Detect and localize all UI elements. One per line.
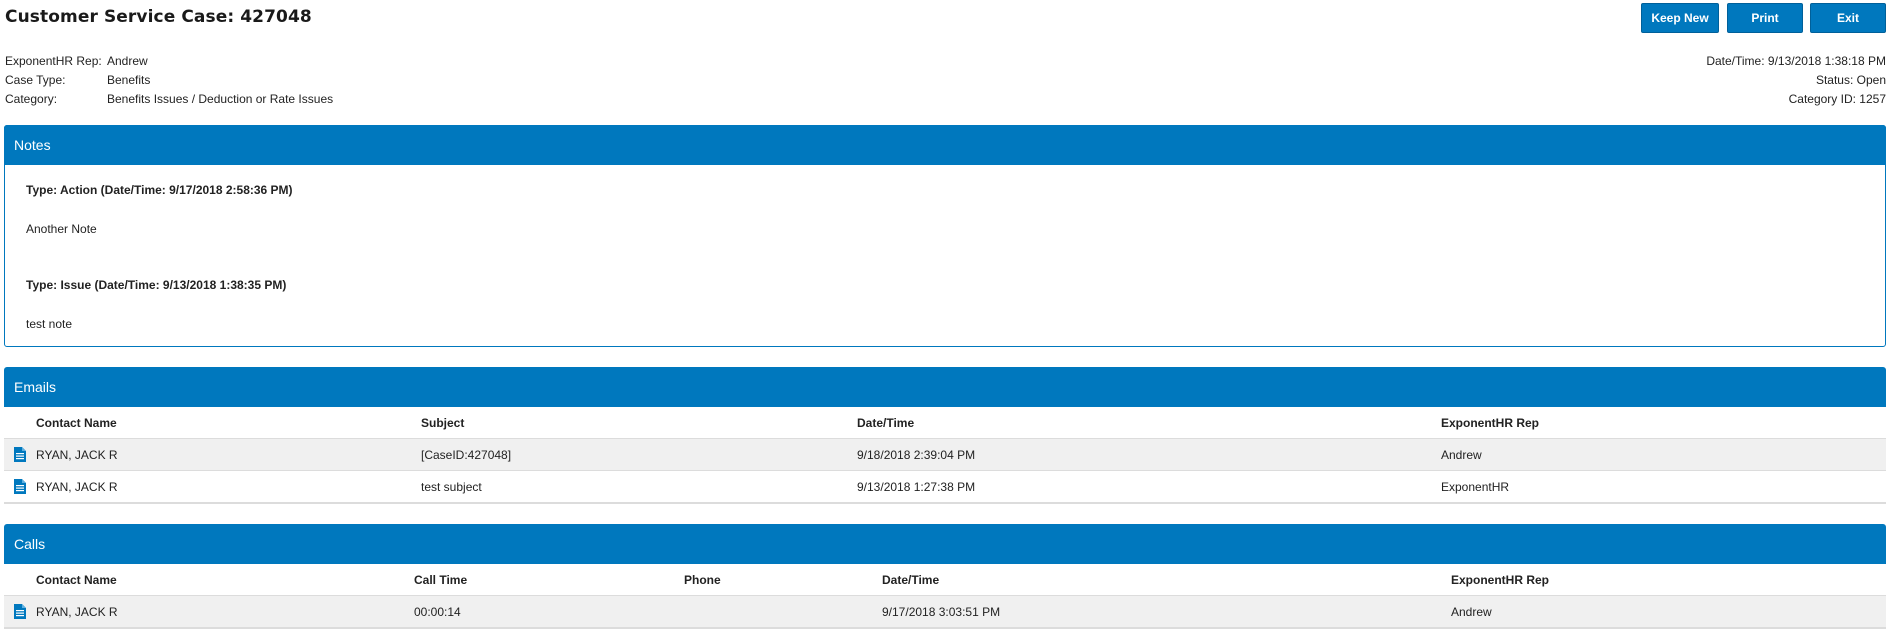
case-info: ExponentHR Rep: Andrew Case Type: Benefi…	[5, 52, 333, 109]
datetime-cell: 9/13/2018 1:27:38 PM	[857, 479, 976, 494]
table-row[interactable]: RYAN, JACK R test subject 9/13/2018 1:27…	[4, 471, 1886, 503]
emails-table-header: Contact Name Subject Date/Time ExponentH…	[4, 407, 1886, 439]
emails-header: Emails	[4, 367, 1886, 407]
category-label: Category:	[5, 92, 58, 106]
keep-new-button[interactable]: Keep New	[1641, 3, 1719, 33]
note-type: Type: Action (Date/Time: 9/17/2018 2:58:…	[26, 183, 293, 197]
column-header-datetime[interactable]: Date/Time	[857, 416, 1441, 430]
column-header-datetime[interactable]: Date/Time	[882, 573, 1451, 587]
calls-header: Calls	[4, 524, 1886, 564]
note-type: Type: Issue (Date/Time: 9/13/2018 1:38:3…	[26, 278, 287, 292]
icon-cell	[4, 447, 36, 462]
subject-cell: [CaseID:427048]	[421, 447, 512, 462]
document-icon[interactable]	[14, 447, 26, 462]
column-header-rep[interactable]: ExponentHR Rep	[1451, 573, 1886, 587]
rep-cell: Andrew	[1441, 447, 1482, 462]
rep-cell: Andrew	[1451, 604, 1492, 619]
rep-row: ExponentHR Rep: Andrew	[5, 52, 333, 71]
document-icon[interactable]	[14, 604, 26, 619]
call-time-cell: 00:00:14	[414, 604, 461, 619]
calls-table: Contact Name Call Time Phone Date/Time E…	[4, 564, 1886, 629]
rep-cell: ExponentHR	[1441, 479, 1510, 494]
emails-table: Contact Name Subject Date/Time ExponentH…	[4, 407, 1886, 504]
column-header-contact[interactable]: Contact Name	[36, 573, 414, 587]
category-row: Category: Benefits Issues / Deduction or…	[5, 90, 333, 109]
case-category-id: Category ID: 1257	[1788, 92, 1886, 106]
icon-cell	[4, 604, 36, 619]
column-header-rep[interactable]: ExponentHR Rep	[1441, 416, 1886, 430]
case-type-value: Benefits	[107, 73, 151, 87]
table-row[interactable]: RYAN, JACK R [CaseID:427048] 9/18/2018 2…	[4, 439, 1886, 471]
table-row[interactable]: RYAN, JACK R 00:00:14 9/17/2018 3:03:51 …	[4, 596, 1886, 628]
print-button[interactable]: Print	[1727, 3, 1803, 33]
column-header-call-time[interactable]: Call Time	[414, 573, 684, 587]
rep-label: ExponentHR Rep:	[5, 54, 102, 68]
case-type-label: Case Type:	[5, 73, 66, 87]
notes-panel: Notes Type: Action (Date/Time: 9/17/2018…	[4, 125, 1886, 347]
case-status-info: Date/Time: 9/13/2018 1:38:18 PM Status: …	[1706, 52, 1886, 109]
category-value: Benefits Issues / Deduction or Rate Issu…	[107, 92, 334, 106]
case-status: Status: Open	[1815, 73, 1886, 87]
contact-cell: RYAN, JACK R	[36, 479, 118, 494]
emails-panel: Emails Contact Name Subject Date/Time Ex…	[4, 367, 1886, 504]
icon-cell	[4, 479, 36, 494]
column-header-phone[interactable]: Phone	[684, 573, 882, 587]
page-title: Customer Service Case: 427048	[5, 7, 312, 27]
contact-cell: RYAN, JACK R	[36, 447, 118, 462]
notes-list: Type: Action (Date/Time: 9/17/2018 2:58:…	[5, 165, 1885, 331]
document-icon[interactable]	[14, 479, 26, 494]
datetime-cell: 9/18/2018 2:39:04 PM	[857, 447, 976, 462]
note-item: Type: Issue (Date/Time: 9/13/2018 1:38:3…	[26, 278, 1885, 331]
case-datetime: Date/Time: 9/13/2018 1:38:18 PM	[1706, 54, 1886, 68]
calls-table-header: Contact Name Call Time Phone Date/Time E…	[4, 564, 1886, 596]
notes-header: Notes	[4, 125, 1886, 165]
note-text: Another Note	[26, 222, 97, 236]
exit-button[interactable]: Exit	[1810, 3, 1886, 33]
column-header-contact[interactable]: Contact Name	[36, 416, 421, 430]
subject-cell: test subject	[421, 479, 482, 494]
contact-cell: RYAN, JACK R	[36, 604, 118, 619]
case-type-row: Case Type: Benefits	[5, 71, 333, 90]
rep-value: Andrew	[107, 54, 148, 68]
calls-panel: Calls Contact Name Call Time Phone Date/…	[4, 524, 1886, 629]
column-header-subject[interactable]: Subject	[421, 416, 857, 430]
datetime-cell: 9/17/2018 3:03:51 PM	[882, 604, 1001, 619]
note-item: Type: Action (Date/Time: 9/17/2018 2:58:…	[26, 183, 1885, 236]
note-text: test note	[26, 317, 73, 331]
